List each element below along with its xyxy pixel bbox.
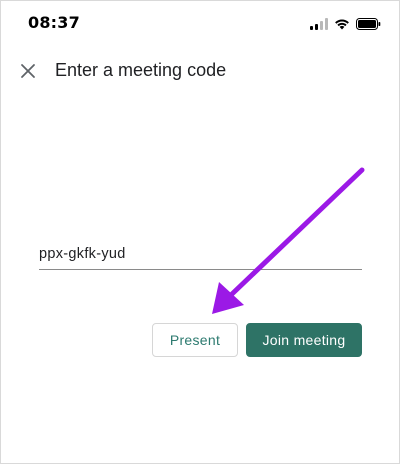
join-meeting-button[interactable]: Join meeting bbox=[246, 323, 362, 357]
cellular-signal-icon bbox=[310, 18, 328, 30]
close-icon[interactable] bbox=[19, 62, 37, 80]
battery-icon bbox=[356, 18, 381, 30]
status-bar: 08:37 bbox=[1, 1, 399, 45]
meeting-code-input[interactable] bbox=[39, 239, 362, 270]
header: Enter a meeting code bbox=[1, 53, 399, 89]
status-icons bbox=[310, 16, 381, 30]
page-title: Enter a meeting code bbox=[55, 60, 227, 80]
status-time: 08:37 bbox=[28, 13, 80, 32]
app-screen: 08:37 Enter a meeting code ppx-gkfk-yud … bbox=[0, 0, 400, 464]
present-button[interactable]: Present bbox=[152, 323, 238, 357]
wifi-icon bbox=[335, 19, 349, 30]
